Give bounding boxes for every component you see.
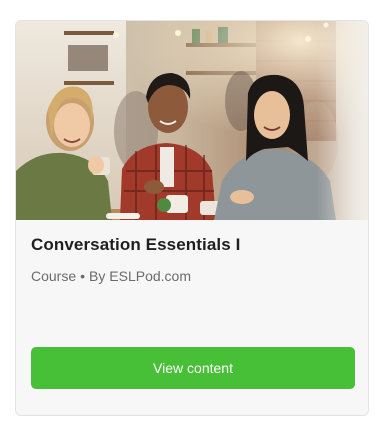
course-thumbnail[interactable] xyxy=(16,21,368,220)
cafe-conversation-photo xyxy=(16,21,368,220)
course-author-label: By ESLPod.com xyxy=(89,268,191,284)
course-type-label: Course xyxy=(31,268,77,284)
course-title[interactable]: Conversation Essentials I xyxy=(31,235,240,255)
course-meta: Course • By ESLPod.com xyxy=(31,268,191,284)
meta-separator: • xyxy=(80,268,86,284)
view-content-button[interactable]: View content xyxy=(31,347,355,389)
course-card[interactable]: Conversation Essentials I Course • By ESLP… xyxy=(15,20,369,416)
